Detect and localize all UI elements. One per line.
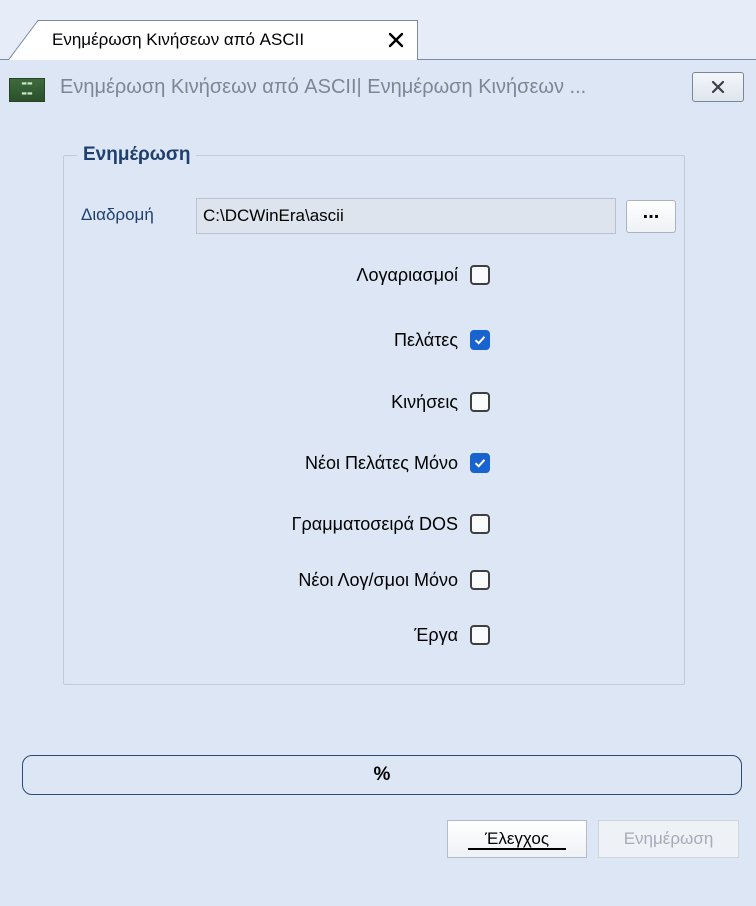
option-label: Πελάτες — [394, 330, 458, 350]
tab-label: Ενημέρωση Κινήσεων από ASCII — [52, 30, 305, 49]
tab-strip: Ενημέρωση Κινήσεων από ASCII — [0, 0, 756, 61]
check-button-label: Έλεγχος — [484, 829, 550, 848]
option-dos-font[interactable]: Γραμματοσειρά DOS — [150, 511, 500, 539]
option-label: Κινήσεις — [391, 392, 458, 412]
option-label: Γραμματοσειρά DOS — [291, 514, 458, 534]
window-title: Ενημέρωση Κινήσεων από ASCII| Ενημέρωση … — [60, 76, 587, 98]
option-new-customers-only[interactable]: Νέοι Πελάτες Μόνο — [150, 450, 500, 478]
option-new-accounts-only[interactable]: Νέοι Λογ/σμοι Μόνο — [150, 567, 500, 595]
update-groupbox — [63, 155, 685, 685]
option-checkbox[interactable] — [470, 570, 490, 590]
window-close-button[interactable] — [692, 72, 744, 102]
option-projects[interactable]: Έργα — [150, 622, 500, 650]
app-logo-icon: ▬▬ ▬▬ — [9, 78, 45, 102]
check-button[interactable]: Έλεγχος — [447, 820, 587, 858]
progress-text: % — [373, 764, 391, 785]
option-checkbox[interactable] — [470, 453, 490, 473]
progress-bar: % — [22, 755, 742, 795]
option-label: Νέοι Πελάτες Μόνο — [304, 453, 458, 473]
update-button[interactable]: Ενημέρωση — [598, 820, 739, 858]
option-checkbox[interactable] — [470, 392, 490, 412]
option-accounts[interactable]: Λογαριασμοί — [150, 262, 500, 290]
option-checkbox[interactable] — [470, 265, 490, 285]
option-checkbox[interactable] — [470, 330, 490, 350]
option-label: Λογαριασμοί — [356, 265, 458, 285]
group-title: Ενημέρωση — [77, 144, 197, 166]
window-title-bar: ▬▬ ▬▬ Ενημέρωση Κινήσεων από ASCII| Ενημέ… — [0, 60, 756, 114]
option-transactions[interactable]: Κινήσεις — [150, 389, 500, 417]
tab-ascii-update[interactable]: Ενημέρωση Κινήσεων από ASCII — [8, 20, 418, 61]
option-checkbox[interactable] — [470, 625, 490, 645]
close-x-icon[interactable] — [386, 30, 406, 50]
path-input[interactable] — [196, 198, 616, 234]
option-checkbox[interactable] — [470, 514, 490, 534]
option-label: Έργα — [414, 625, 458, 645]
option-label: Νέοι Λογ/σμοι Μόνο — [298, 570, 458, 590]
close-x-icon — [711, 80, 725, 94]
option-customers[interactable]: Πελάτες — [150, 327, 500, 355]
path-label: Διαδρομή — [81, 205, 154, 224]
focus-underline — [468, 848, 566, 850]
browse-button[interactable]: ... — [626, 200, 676, 233]
